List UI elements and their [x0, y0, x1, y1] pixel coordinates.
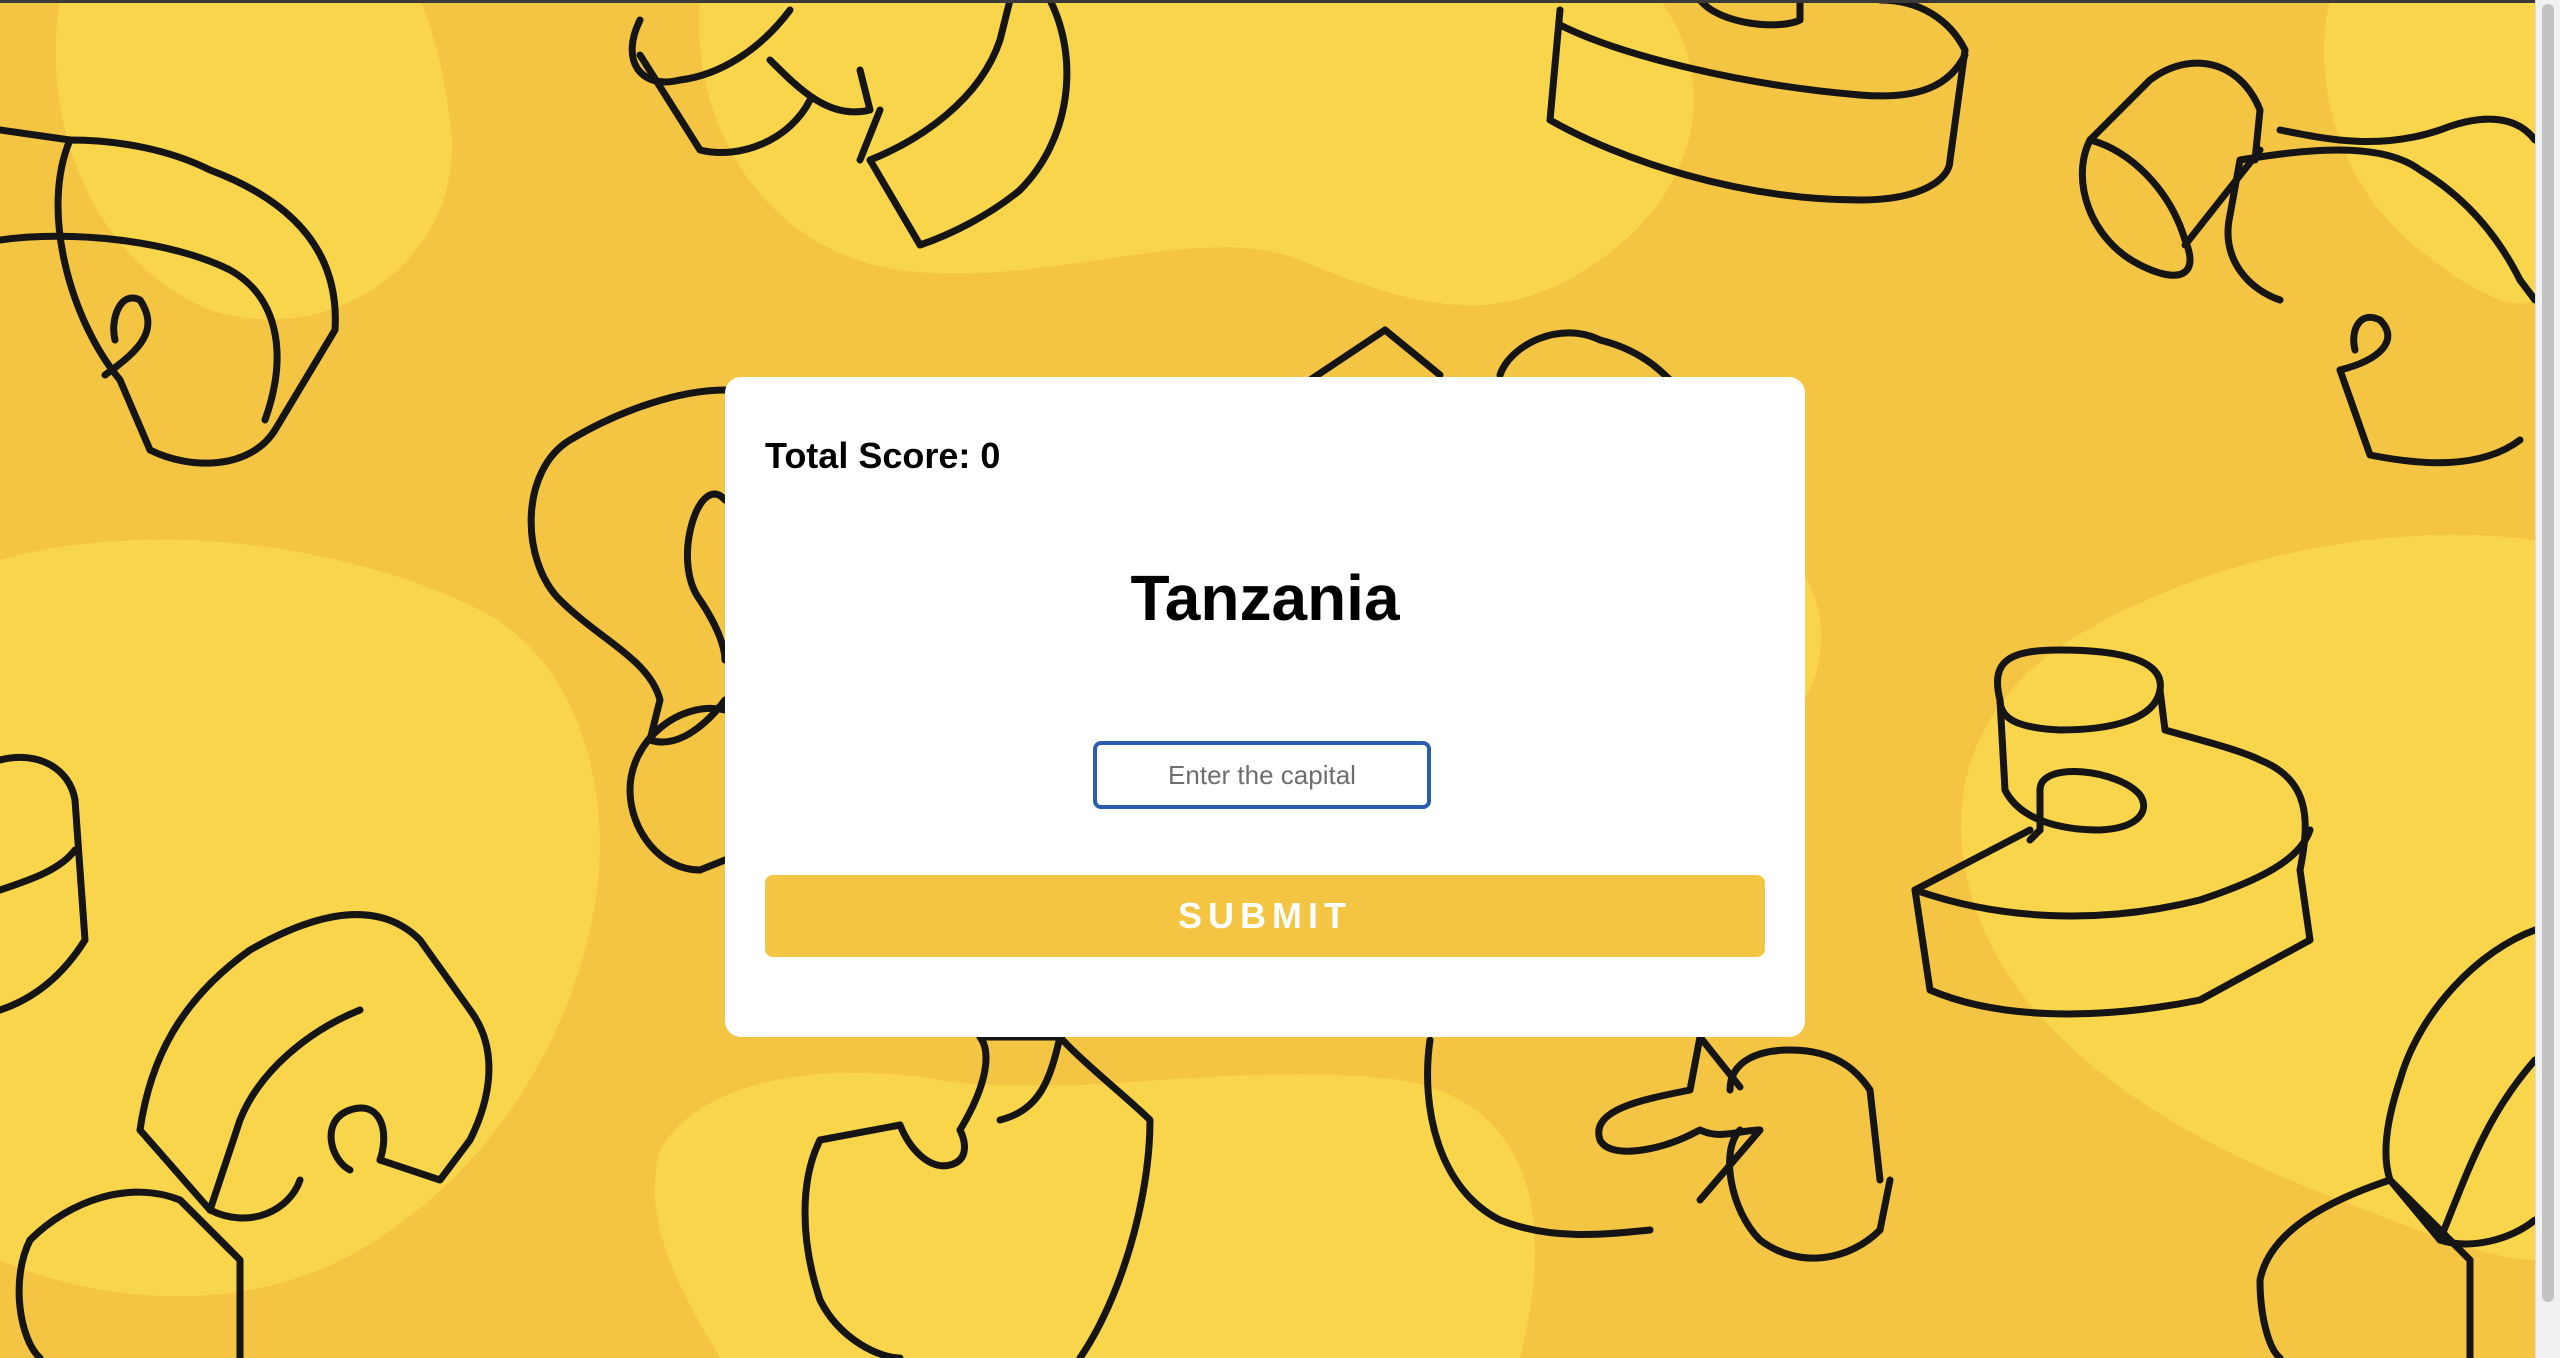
- quiz-card: Total Score: 0 Tanzania SUBMIT: [725, 377, 1805, 1037]
- scrollbar-thumb[interactable]: [2542, 4, 2554, 1302]
- vertical-scrollbar[interactable]: [2535, 0, 2560, 1358]
- total-score: Total Score: 0: [765, 435, 1001, 476]
- quiz-page: Total Score: 0 Tanzania SUBMIT: [0, 0, 2560, 1358]
- capital-input[interactable]: [1093, 741, 1431, 809]
- submit-button[interactable]: SUBMIT: [765, 875, 1765, 957]
- top-border: [0, 0, 2560, 3]
- country-name: Tanzania: [1130, 562, 1400, 634]
